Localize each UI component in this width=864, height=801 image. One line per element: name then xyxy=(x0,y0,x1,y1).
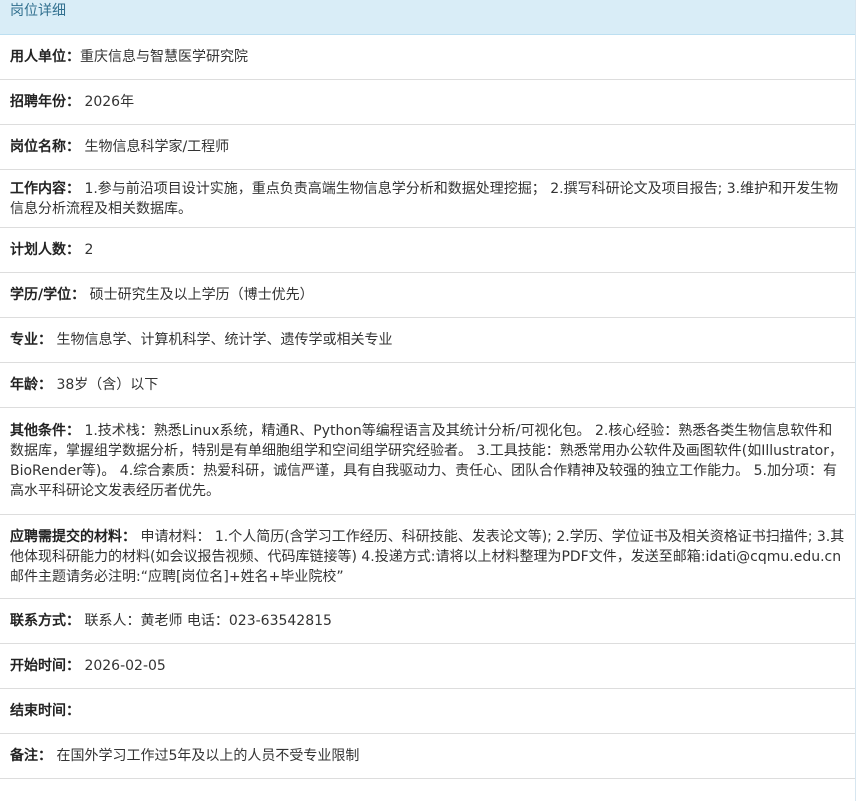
field-label: 年龄： xyxy=(10,377,52,393)
field-label: 计划人数： xyxy=(10,242,80,258)
field-label: 工作内容： xyxy=(10,180,80,197)
field-label: 联系方式： xyxy=(10,613,80,629)
field-value: 2026-02-05 xyxy=(80,658,166,674)
field-label: 开始时间： xyxy=(10,658,80,674)
field-label: 结束时间： xyxy=(10,703,80,719)
field-remarks: 备注： 在国外学习工作过5年及以上的人员不受专业限制 xyxy=(0,734,855,779)
field-value: 硕士研究生及以上学历（博士优先） xyxy=(85,287,314,303)
field-value: 2026年 xyxy=(80,94,135,110)
field-value: 联系人：黄老师 电话：023-63542815 xyxy=(80,613,332,629)
panel-title: 岗位详细 xyxy=(0,0,855,35)
field-recruit-year: 招聘年份： 2026年 xyxy=(0,80,855,125)
field-major: 专业： 生物信息学、计算机科学、统计学、遗传学或相关专业 xyxy=(0,318,855,363)
field-label: 招聘年份： xyxy=(10,94,80,110)
field-job-content: 工作内容： 1.参与前沿项目设计实施，重点负责高端生物信息学分析和数据处理挖掘；… xyxy=(0,170,855,228)
field-label: 岗位名称： xyxy=(10,139,80,155)
field-headcount: 计划人数： 2 xyxy=(0,228,855,273)
field-application-materials: 应聘需提交的材料： 申请材料： 1.个人简历(含学习工作经历、科研技能、发表论文… xyxy=(0,515,855,599)
field-value: 在国外学习工作过5年及以上的人员不受专业限制 xyxy=(52,748,360,764)
field-value: 2 xyxy=(80,242,94,258)
field-contact: 联系方式： 联系人：黄老师 电话：023-63542815 xyxy=(0,599,855,644)
field-other-requirements: 其他条件： 1.技术栈：熟悉Linux系统，精通R、Python等编程语言及其统… xyxy=(0,408,855,515)
field-value: 生物信息科学家/工程师 xyxy=(80,139,230,155)
job-detail-panel: 岗位详细 用人单位：重庆信息与智慧医学研究院 招聘年份： 2026年 岗位名称：… xyxy=(0,0,856,801)
field-label: 用人单位： xyxy=(10,49,80,65)
field-value: 申请材料： 1.个人简历(含学习工作经历、科研技能、发表论文等); 2.学历、学… xyxy=(10,528,845,585)
field-value: 1.参与前沿项目设计实施，重点负责高端生物信息学分析和数据处理挖掘； 2.撰写科… xyxy=(10,180,839,217)
field-label: 学历/学位： xyxy=(10,287,86,303)
field-label: 其他条件： xyxy=(10,423,80,439)
field-label: 应聘需提交的材料： xyxy=(10,528,136,545)
field-position-name: 岗位名称： 生物信息科学家/工程师 xyxy=(0,125,855,170)
field-start-date: 开始时间： 2026-02-05 xyxy=(0,644,855,689)
field-value: 1.技术栈：熟悉Linux系统，精通R、Python等编程语言及其统计分析/可视… xyxy=(10,423,843,499)
field-value: 生物信息学、计算机科学、统计学、遗传学或相关专业 xyxy=(52,332,393,348)
field-label: 备注： xyxy=(10,748,52,764)
field-employer: 用人单位：重庆信息与智慧医学研究院 xyxy=(0,35,855,80)
field-value: 38岁（含）以下 xyxy=(52,377,159,393)
field-value: 重庆信息与智慧医学研究院 xyxy=(80,49,248,65)
field-label: 专业： xyxy=(10,332,52,348)
field-end-date: 结束时间： xyxy=(0,689,855,734)
field-age: 年龄： 38岁（含）以下 xyxy=(0,363,855,408)
field-education: 学历/学位： 硕士研究生及以上学历（博士优先） xyxy=(0,273,855,318)
